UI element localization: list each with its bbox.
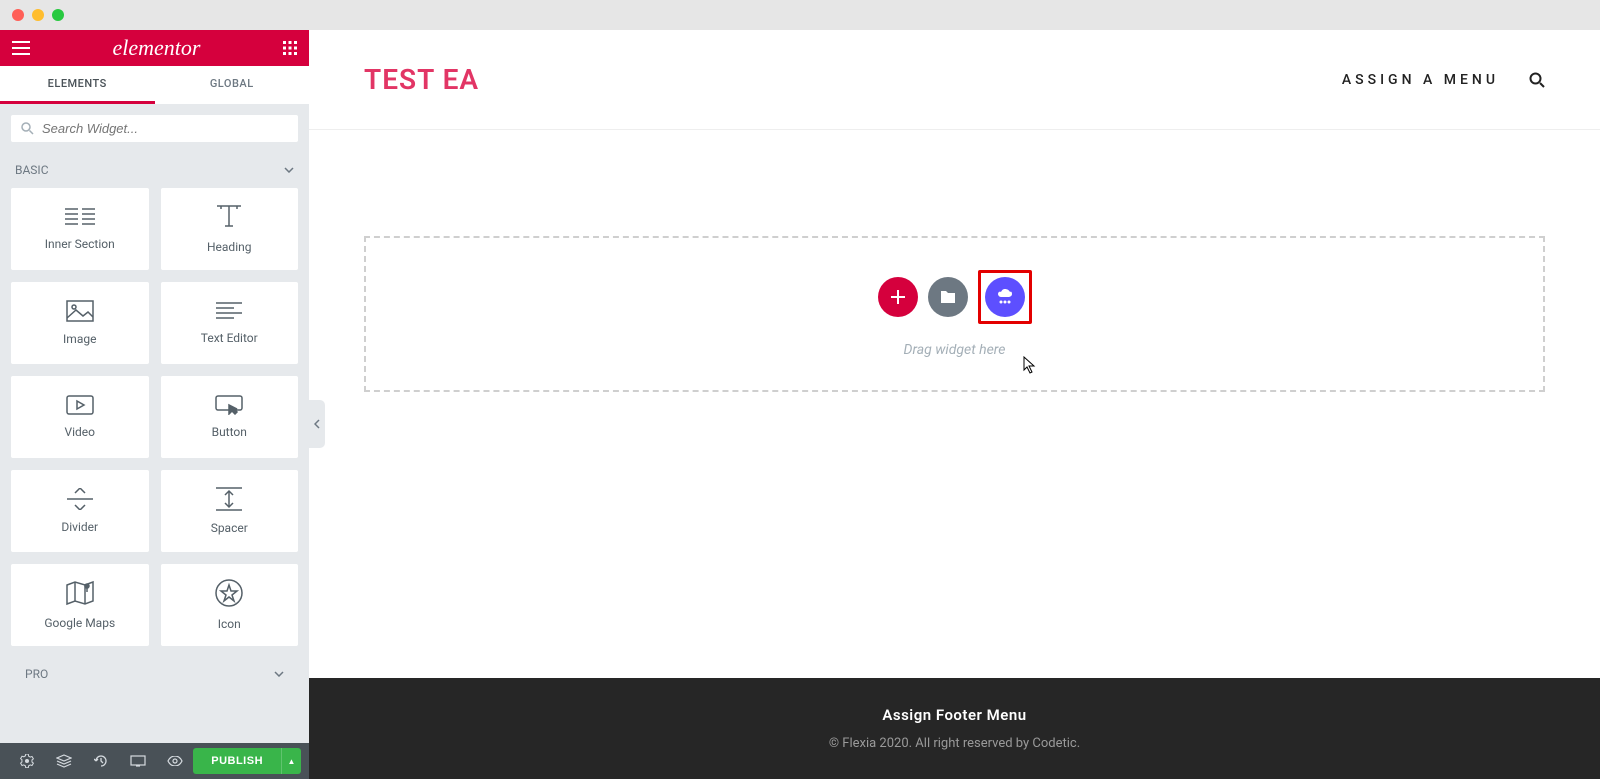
sidebar: elementor ELEMENTS GLOBAL BASIC	[0, 30, 309, 779]
drop-zone-label: Drag widget here	[904, 342, 1006, 358]
widget-label: Button	[212, 425, 247, 439]
widgets-grid-icon[interactable]	[283, 41, 297, 55]
sidebar-tabs: ELEMENTS GLOBAL	[0, 66, 309, 104]
category-pro[interactable]: PRO	[10, 657, 299, 691]
divider-icon	[67, 488, 93, 510]
site-title: TEST EA	[364, 63, 479, 96]
menu-icon[interactable]	[12, 41, 30, 55]
video-icon	[66, 395, 94, 415]
spacer-icon	[216, 487, 242, 511]
search-icon	[21, 122, 34, 135]
tab-global[interactable]: GLOBAL	[155, 66, 310, 104]
window-chrome	[0, 0, 1600, 30]
tab-elements[interactable]: ELEMENTS	[0, 66, 155, 104]
assign-menu-link[interactable]: ASSIGN A MENU	[1342, 72, 1499, 88]
history-button[interactable]	[82, 743, 119, 779]
widget-inner-section[interactable]: Inner Section	[10, 187, 150, 271]
heading-icon	[214, 204, 244, 230]
chevron-down-icon	[284, 167, 294, 173]
brand-logo: elementor	[113, 35, 201, 61]
widget-spacer[interactable]: Spacer	[160, 469, 300, 553]
widget-text-editor[interactable]: Text Editor	[160, 281, 300, 365]
category-basic-label: BASIC	[15, 163, 49, 177]
columns-icon	[65, 207, 95, 227]
category-basic[interactable]: BASIC	[0, 153, 309, 187]
cursor-icon	[1023, 356, 1037, 374]
highlighted-button	[978, 270, 1032, 324]
canvas[interactable]: Drag widget here	[309, 130, 1600, 678]
templately-button[interactable]	[985, 277, 1025, 317]
window-minimize-icon[interactable]	[32, 9, 44, 21]
image-icon	[66, 300, 94, 322]
star-icon	[215, 579, 243, 607]
window-close-icon[interactable]	[12, 9, 24, 21]
widget-label: Video	[64, 425, 95, 439]
widget-label: Inner Section	[45, 237, 115, 251]
chevron-down-icon	[274, 671, 284, 677]
navigator-button[interactable]	[45, 743, 82, 779]
window-maximize-icon[interactable]	[52, 9, 64, 21]
site-header: TEST EA ASSIGN A MENU	[309, 30, 1600, 130]
site-footer: Assign Footer Menu © Flexia 2020. All ri…	[309, 678, 1600, 779]
preview-area: TEST EA ASSIGN A MENU	[309, 30, 1600, 779]
widget-label: Divider	[61, 520, 98, 534]
widget-label: Google Maps	[44, 616, 115, 630]
category-pro-label: PRO	[25, 667, 48, 681]
map-icon	[66, 580, 94, 606]
publish-button[interactable]: PUBLISH	[193, 748, 281, 774]
widget-label: Heading	[207, 240, 252, 254]
sidebar-header: elementor	[0, 30, 309, 66]
widget-video[interactable]: Video	[10, 375, 150, 459]
footer-copyright: © Flexia 2020. All right reserved by Cod…	[309, 736, 1600, 751]
widget-image[interactable]: Image	[10, 281, 150, 365]
add-section-button[interactable]	[878, 277, 918, 317]
widget-label: Image	[63, 332, 96, 346]
widget-heading[interactable]: Heading	[160, 187, 300, 271]
sidebar-footer: PUBLISH ▲	[0, 743, 309, 779]
settings-button[interactable]	[8, 743, 45, 779]
button-icon	[215, 395, 243, 415]
widget-label: Icon	[218, 617, 241, 631]
template-library-button[interactable]	[928, 277, 968, 317]
header-search-icon[interactable]	[1529, 72, 1545, 88]
publish-options-button[interactable]: ▲	[281, 748, 301, 774]
widget-divider[interactable]: Divider	[10, 469, 150, 553]
collapse-sidebar-button[interactable]	[309, 400, 325, 448]
search-widget-box	[10, 114, 299, 143]
search-input[interactable]	[42, 121, 288, 136]
widget-label: Text Editor	[201, 331, 258, 345]
footer-title[interactable]: Assign Footer Menu	[309, 706, 1600, 724]
preview-button[interactable]	[156, 743, 193, 779]
responsive-button[interactable]	[119, 743, 156, 779]
text-icon	[216, 301, 242, 321]
drop-zone[interactable]: Drag widget here	[364, 236, 1545, 392]
widget-google-maps[interactable]: Google Maps	[10, 563, 150, 647]
widget-label: Spacer	[211, 521, 248, 535]
widget-button[interactable]: Button	[160, 375, 300, 459]
widget-icon[interactable]: Icon	[160, 563, 300, 647]
